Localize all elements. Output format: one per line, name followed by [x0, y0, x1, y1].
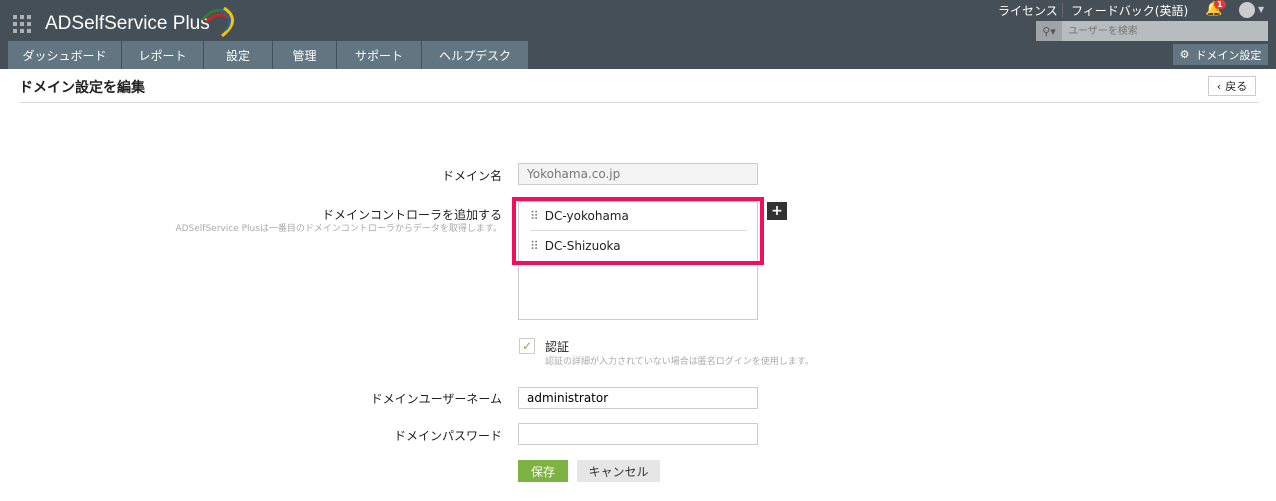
notification-badge: 1 — [1214, 0, 1226, 9]
domain-name-field[interactable] — [518, 163, 758, 185]
username-label: ドメインユーザーネーム — [370, 392, 502, 406]
page-title: ドメイン設定を編集 — [19, 80, 145, 96]
domain-name-label: ドメイン名 — [441, 169, 502, 183]
back-label: 戻る — [1225, 80, 1248, 93]
user-search-input[interactable] — [1062, 21, 1268, 41]
gear-icon: ⚙ — [1179, 48, 1190, 61]
user-search: ⚲▾ — [1036, 21, 1268, 41]
cancel-button[interactable]: キャンセル — [577, 460, 660, 482]
domain-settings-button[interactable]: ⚙ ドメイン設定 — [1173, 44, 1268, 65]
tab-helpdesk[interactable]: ヘルプデスク — [422, 41, 528, 69]
back-button[interactable]: ‹ 戻る — [1208, 76, 1256, 96]
tab-support[interactable]: サポート — [337, 41, 421, 69]
highlight-box — [512, 197, 764, 265]
save-button[interactable]: 保存 — [518, 460, 568, 482]
tab-reports[interactable]: レポート — [122, 41, 203, 69]
auth-label: 認証 — [545, 340, 570, 354]
tab-admin[interactable]: 管理 — [273, 41, 336, 69]
feedback-link[interactable]: フィードバック(英語) — [1071, 2, 1188, 19]
app-grid-icon[interactable] — [13, 15, 31, 33]
username-field[interactable] — [518, 387, 758, 409]
chevron-down-icon[interactable]: ▼ — [1258, 5, 1264, 14]
user-avatar-icon[interactable] — [1239, 2, 1255, 18]
divider — [1062, 3, 1063, 17]
divider — [19, 102, 1259, 103]
logo-arc-icon — [200, 6, 234, 38]
password-field[interactable] — [518, 423, 758, 445]
tab-dashboard[interactable]: ダッシュボード — [8, 41, 121, 69]
dc-hint: ADSelfService Plusは一番目のドメインコントローラからデータを取… — [175, 224, 502, 234]
domain-settings-label: ドメイン設定 — [1195, 48, 1262, 62]
tab-settings[interactable]: 設定 — [204, 41, 272, 69]
app-logo[interactable]: ADSelfService Plus — [45, 13, 210, 35]
license-link[interactable]: ライセンス — [998, 2, 1058, 19]
password-label: ドメインパスワード — [393, 429, 502, 443]
auth-checkbox[interactable]: ✓ — [519, 338, 535, 354]
chevron-left-icon: ‹ — [1216, 79, 1222, 93]
search-icon[interactable]: ⚲▾ — [1036, 21, 1062, 41]
auth-hint: 認証の詳細が入力されていない場合は匿名ログインを使用します。 — [545, 357, 814, 367]
add-dc-button[interactable]: + — [767, 202, 787, 220]
